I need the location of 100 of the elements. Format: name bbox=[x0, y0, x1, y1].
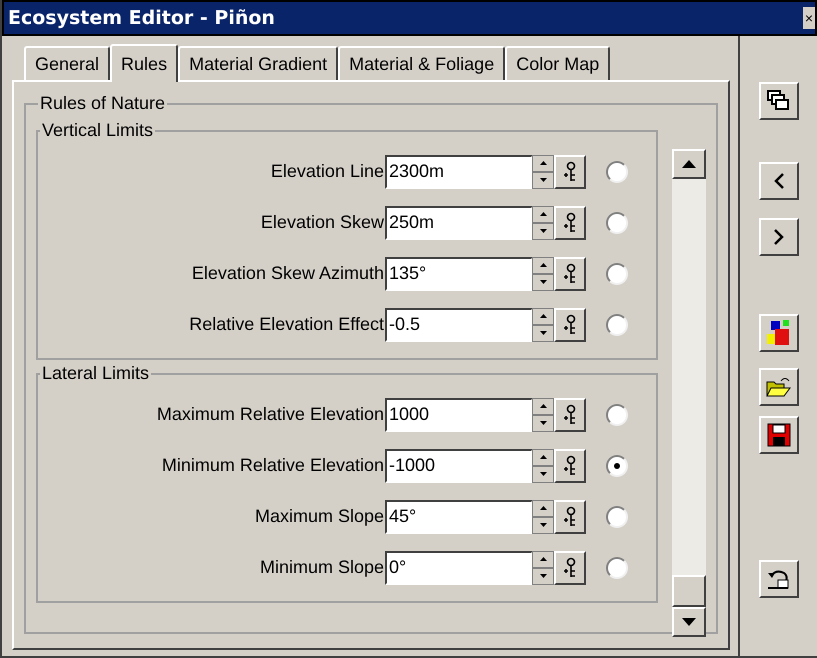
radio-button[interactable] bbox=[606, 404, 628, 426]
down-arrow-icon bbox=[540, 280, 546, 284]
save-icon bbox=[766, 423, 790, 447]
spin-down-button[interactable] bbox=[532, 516, 554, 534]
field-label: Maximum Slope bbox=[254, 505, 384, 528]
down-arrow-icon bbox=[540, 523, 546, 527]
spin-down-button[interactable] bbox=[532, 222, 554, 240]
key-icon bbox=[563, 404, 577, 426]
section-title: Lateral Limits bbox=[41, 362, 150, 385]
spin-down-button[interactable] bbox=[532, 324, 554, 342]
chevron-right-icon bbox=[774, 229, 784, 245]
field-label: Minimum Slope bbox=[258, 556, 384, 579]
spin-down-button[interactable] bbox=[532, 568, 554, 584]
field-label: Minimum Relative Elevation bbox=[160, 454, 384, 477]
up-arrow-icon bbox=[540, 263, 546, 267]
previous-button[interactable] bbox=[758, 162, 798, 200]
scroll-up-button[interactable] bbox=[672, 149, 706, 179]
key-icon bbox=[563, 556, 577, 578]
key-icon bbox=[563, 160, 577, 182]
up-arrow-icon bbox=[540, 557, 546, 561]
spin-down-button[interactable] bbox=[532, 414, 554, 432]
key-button[interactable] bbox=[554, 398, 586, 432]
spin-up-button[interactable] bbox=[532, 398, 554, 414]
key-icon bbox=[563, 262, 577, 284]
up-arrow-icon bbox=[540, 161, 546, 165]
spin-up-button[interactable] bbox=[532, 500, 554, 516]
spin-up-button[interactable] bbox=[532, 448, 554, 466]
key-icon bbox=[563, 454, 577, 476]
down-arrow-icon bbox=[540, 574, 546, 578]
spin-down-button[interactable] bbox=[532, 274, 554, 290]
tab[interactable]: Color Map bbox=[505, 46, 610, 80]
field-label: Elevation Skew bbox=[260, 211, 384, 234]
close-button[interactable]: × bbox=[803, 7, 815, 29]
down-arrow-icon bbox=[540, 229, 546, 233]
save-button[interactable] bbox=[758, 416, 798, 454]
value-field[interactable]: 0° bbox=[385, 550, 533, 584]
open-button[interactable] bbox=[758, 368, 798, 406]
down-arrow-icon bbox=[540, 178, 546, 182]
spin-up-button[interactable] bbox=[532, 154, 554, 172]
key-button[interactable] bbox=[554, 206, 586, 240]
up-arrow-icon bbox=[540, 506, 546, 510]
value-field[interactable]: 1000 bbox=[385, 398, 533, 432]
key-icon bbox=[563, 212, 577, 234]
scroll-thumb[interactable] bbox=[672, 575, 706, 607]
up-arrow-icon bbox=[540, 314, 546, 318]
field-label: Maximum Relative Elevation bbox=[156, 403, 384, 426]
section-title: Vertical Limits bbox=[41, 119, 154, 142]
field-label: Elevation Skew Azimuth bbox=[190, 262, 384, 285]
window-list-button[interactable] bbox=[758, 82, 798, 120]
key-button[interactable] bbox=[554, 550, 586, 584]
key-button[interactable] bbox=[554, 308, 586, 342]
up-arrow-icon bbox=[540, 455, 546, 459]
radio-button[interactable] bbox=[606, 454, 628, 476]
up-arrow-icon bbox=[540, 212, 546, 216]
down-arrow-icon bbox=[540, 472, 546, 476]
down-arrow-icon bbox=[540, 331, 546, 335]
windows-icon bbox=[766, 90, 790, 112]
spin-down-button[interactable] bbox=[532, 172, 554, 188]
scrollbar[interactable] bbox=[672, 149, 706, 637]
tab[interactable]: Rules bbox=[110, 44, 178, 82]
key-button[interactable] bbox=[554, 154, 586, 188]
key-button[interactable] bbox=[554, 256, 586, 290]
scroll-down-button[interactable] bbox=[672, 607, 706, 637]
spin-up-button[interactable] bbox=[532, 206, 554, 222]
value-field[interactable]: 135° bbox=[385, 256, 533, 290]
spin-down-button[interactable] bbox=[532, 466, 554, 482]
radio-button[interactable] bbox=[606, 506, 628, 528]
key-button[interactable] bbox=[554, 448, 586, 482]
chevron-left-icon bbox=[774, 173, 784, 189]
up-arrow-icon bbox=[540, 404, 546, 408]
value-field[interactable]: 250m bbox=[385, 206, 533, 240]
key-icon bbox=[563, 506, 577, 528]
key-icon bbox=[563, 314, 577, 336]
window-title: Ecosystem Editor - Piñon bbox=[8, 6, 275, 31]
radio-button[interactable] bbox=[606, 556, 628, 578]
spin-up-button[interactable] bbox=[532, 308, 554, 324]
value-field[interactable]: -1000 bbox=[385, 448, 533, 482]
tab[interactable]: Material & Foliage bbox=[338, 46, 506, 80]
tab[interactable]: General bbox=[24, 46, 110, 80]
field-label: Elevation Line bbox=[270, 160, 384, 183]
value-field[interactable]: -0.5 bbox=[385, 308, 533, 342]
field-label: Relative Elevation Effect bbox=[188, 313, 384, 336]
group-title: Rules of Nature bbox=[39, 92, 166, 115]
down-arrow-icon bbox=[682, 618, 696, 626]
radio-button[interactable] bbox=[606, 212, 628, 234]
spin-up-button[interactable] bbox=[532, 256, 554, 274]
tab[interactable]: Material Gradient bbox=[178, 46, 338, 80]
down-arrow-icon bbox=[540, 421, 546, 425]
value-field[interactable]: 45° bbox=[385, 500, 533, 534]
next-button[interactable] bbox=[758, 218, 798, 256]
folder-icon bbox=[766, 376, 792, 398]
up-arrow-icon bbox=[682, 160, 696, 168]
materials-button[interactable] bbox=[758, 314, 798, 352]
value-field[interactable]: 2300m bbox=[385, 154, 533, 188]
spin-up-button[interactable] bbox=[532, 550, 554, 568]
radio-button[interactable] bbox=[606, 262, 628, 284]
radio-button[interactable] bbox=[606, 314, 628, 336]
revert-button[interactable] bbox=[758, 560, 798, 598]
radio-button[interactable] bbox=[606, 160, 628, 182]
key-button[interactable] bbox=[554, 500, 586, 534]
